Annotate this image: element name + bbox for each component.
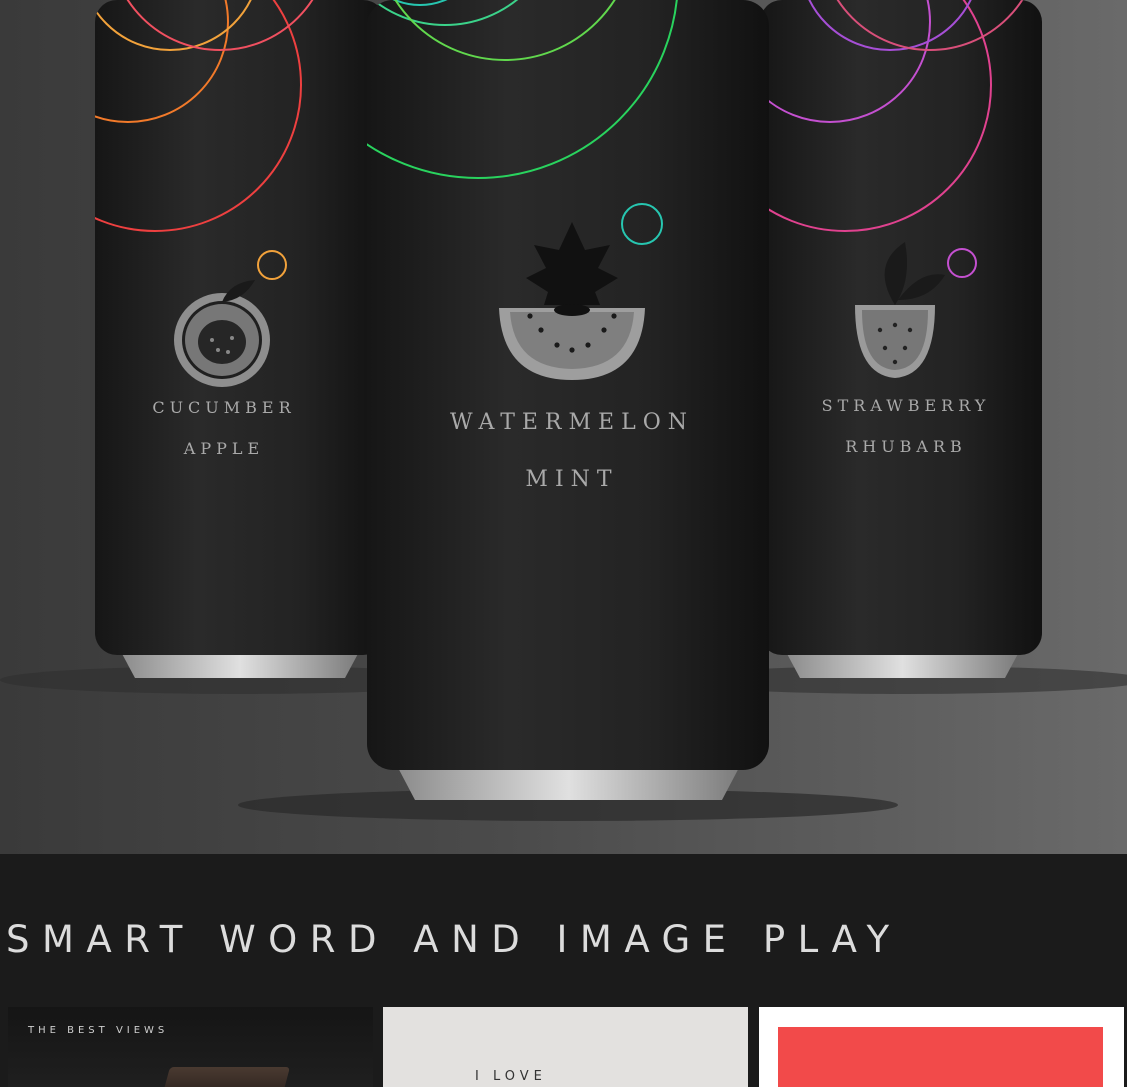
gallery-card[interactable]: THE BEST VIEWS [8, 1007, 373, 1087]
can-left-flavor-line2: APPLE [183, 439, 265, 458]
can-left-flavor-line1: CUCUMBER [152, 398, 296, 417]
can-right-flavor-line2: RHUBARB [845, 437, 967, 456]
section-headline: SMART WORD AND IMAGE PLAY [6, 918, 902, 961]
card-image [778, 1027, 1103, 1087]
can-left [95, 0, 385, 678]
can-center-flavor-line1: WATERMELON [450, 410, 694, 435]
card-caption: THE BEST VIEWS [28, 1025, 169, 1036]
can-center-flavor-line2: MINT [525, 467, 619, 492]
hero-image: CUCUMBER APPLE WATERMELON MINT STRAWBERR… [0, 0, 1127, 854]
gallery-card[interactable] [759, 1007, 1124, 1087]
can-right-flavor-line1: STRAWBERRY [821, 396, 991, 415]
gallery-card[interactable]: I LOVE [383, 1007, 748, 1087]
card-caption: I LOVE [475, 1069, 547, 1084]
content-section: SMART WORD AND IMAGE PLAY THE BEST VIEWS… [0, 854, 1127, 1087]
card-image [161, 1067, 291, 1087]
